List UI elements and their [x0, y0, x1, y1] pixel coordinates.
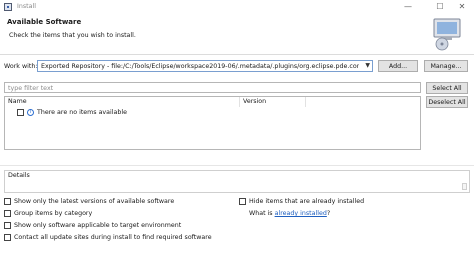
deselect-all-label: Deselect All	[428, 99, 466, 106]
maximize-button[interactable]: ☐	[431, 1, 449, 13]
column-separator[interactable]	[305, 97, 306, 107]
latest-versions-label[interactable]: Show only the latest versions of availab…	[14, 198, 174, 205]
select-all-button[interactable]: Select All	[426, 82, 468, 94]
section-divider	[0, 165, 474, 166]
work-with-label: Work with:	[4, 63, 38, 70]
install-banner-icon	[433, 18, 461, 51]
chevron-down-icon[interactable]: ▼	[365, 62, 370, 69]
window-title: Install	[17, 3, 36, 10]
column-header-version[interactable]: Version	[243, 98, 266, 105]
group-by-category-label[interactable]: Group items by category	[14, 210, 92, 217]
work-with-value: Exported Repository - file:/C:/Tools/Ecl…	[41, 63, 359, 70]
contact-update-sites-label[interactable]: Contact all update sites during install …	[14, 234, 212, 241]
manage-button-label: Manage...	[430, 63, 462, 70]
deselect-all-button[interactable]: Deselect All	[426, 96, 468, 108]
software-tree[interactable]: Name Version i There are no items availa…	[4, 96, 421, 150]
details-box: Details	[4, 170, 470, 193]
hide-installed-label[interactable]: Hide items that are already installed	[249, 198, 364, 205]
hide-installed-checkbox[interactable]	[239, 198, 246, 205]
what-is-prefix: What is	[249, 210, 273, 217]
empty-message: There are no items available	[37, 109, 127, 116]
item-checkbox[interactable]	[17, 109, 24, 116]
select-all-label: Select All	[432, 85, 462, 92]
work-with-combo[interactable]: Exported Repository - file:/C:/Tools/Ecl…	[37, 60, 373, 72]
group-by-category-checkbox[interactable]	[4, 210, 11, 217]
filter-placeholder: type filter text	[8, 84, 54, 92]
add-button-label: Add...	[388, 63, 408, 70]
applicable-only-checkbox[interactable]	[4, 222, 11, 229]
add-button[interactable]: Add...	[378, 60, 418, 72]
applicable-only-label[interactable]: Show only software applicable to target …	[14, 222, 181, 229]
minimize-button[interactable]: —	[399, 1, 417, 13]
close-button[interactable]: ✕	[453, 1, 471, 13]
window-titlebar: Install — ☐ ✕	[0, 0, 474, 15]
what-is-suffix: ?	[326, 210, 331, 217]
page-subtitle: Check the items that you wish to install…	[9, 32, 136, 39]
manage-button[interactable]: Manage...	[424, 60, 468, 72]
page-title: Available Software	[7, 18, 82, 26]
info-icon: i	[27, 109, 34, 116]
already-installed-link[interactable]: already installed	[275, 210, 327, 217]
filter-input[interactable]: type filter text	[4, 82, 421, 93]
already-installed-hint: What is already installed?	[249, 210, 330, 217]
details-label: Details	[8, 172, 30, 179]
column-header-name[interactable]: Name	[8, 98, 27, 105]
details-scrollbar[interactable]	[462, 183, 467, 190]
latest-versions-checkbox[interactable]	[4, 198, 11, 205]
contact-update-sites-checkbox[interactable]	[4, 234, 11, 241]
column-separator[interactable]	[239, 97, 240, 107]
app-icon	[4, 3, 12, 11]
